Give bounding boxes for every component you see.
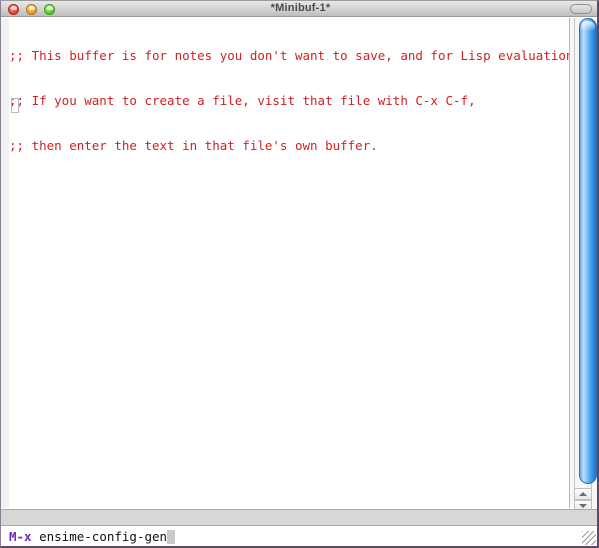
window-title: *Minibuf-1* <box>270 2 331 14</box>
toolbar-toggle-button[interactable] <box>570 4 592 14</box>
left-fringe <box>1 18 9 508</box>
buffer-text: ;; This buffer is for notes you don't wa… <box>9 18 569 183</box>
buffer-point-cursor <box>11 98 19 113</box>
mode-line[interactable]: -U:--- *scratch* All L5 (Lisp Interactio… <box>1 509 597 526</box>
buffer-line: ;; If you want to create a file, visit t… <box>9 93 476 108</box>
vertical-scrollbar[interactable] <box>569 18 597 512</box>
buffer-line: ;; This buffer is for notes you don't wa… <box>9 48 569 63</box>
minibuffer-input[interactable]: ensime-config-gen <box>39 529 167 544</box>
title-bar[interactable]: *Minibuf-1* <box>1 1 597 17</box>
minibuffer[interactable]: M-x ensime-config-gen <box>1 527 597 546</box>
scrollbar-trough[interactable] <box>574 18 597 488</box>
minibuffer-prompt: M-x <box>9 529 40 544</box>
scratch-buffer-area[interactable]: ;; This buffer is for notes you don't wa… <box>1 18 569 508</box>
minibuffer-cursor <box>167 530 176 544</box>
emacs-frame: ;; This buffer is for notes you don't wa… <box>1 18 597 546</box>
resize-grip[interactable] <box>582 531 596 545</box>
scroll-up-arrow-icon[interactable] <box>574 488 592 500</box>
buffer-line: ;; then enter the text in that file's ow… <box>9 138 378 153</box>
scrollbar-thumb[interactable] <box>579 18 597 484</box>
emacs-window: *Minibuf-1* ;; This buffer is for notes … <box>0 0 599 548</box>
